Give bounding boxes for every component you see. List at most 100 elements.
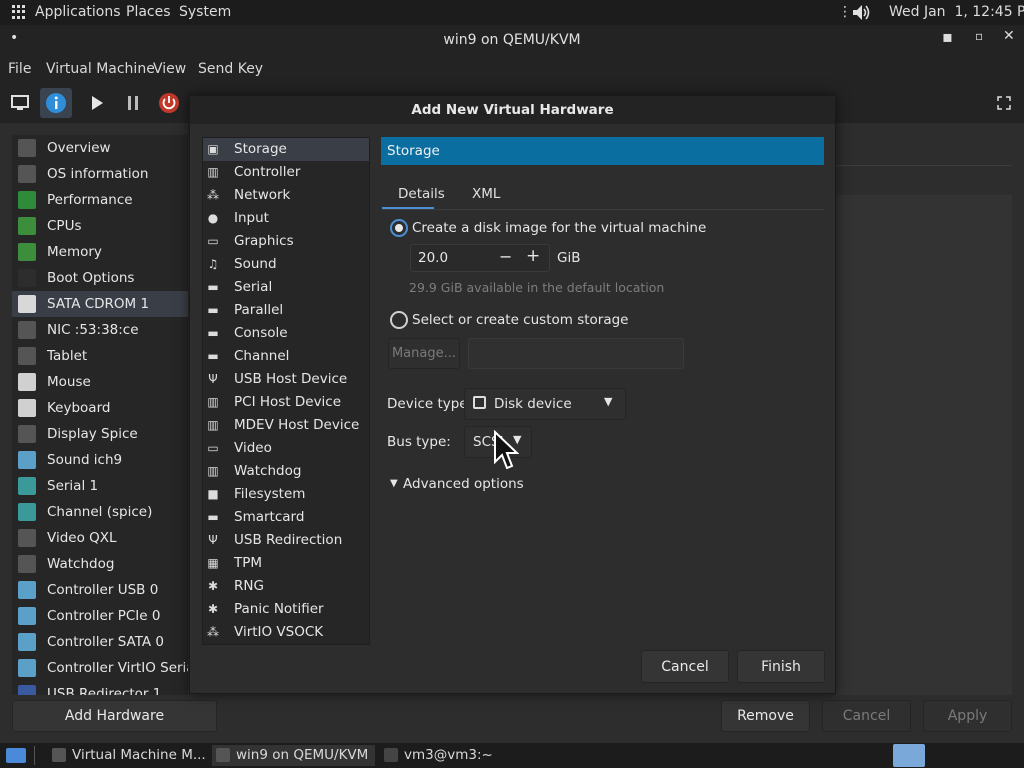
console-view-icon[interactable]: [10, 94, 30, 112]
category-item-label: Filesystem: [234, 486, 306, 502]
power-icon[interactable]: [158, 92, 180, 114]
category-item[interactable]: ⁂ VirtIO VSOCK: [203, 621, 369, 644]
category-header: Storage: [381, 137, 824, 165]
manage-button[interactable]: Manage...: [388, 338, 460, 369]
category-item[interactable]: ✱ RNG: [203, 575, 369, 598]
pause-icon[interactable]: [126, 95, 140, 111]
fullscreen-icon[interactable]: [997, 96, 1011, 110]
hardware-item[interactable]: SATA CDROM 1: [12, 291, 188, 317]
dialog-cancel-button[interactable]: Cancel: [641, 650, 729, 683]
menu-send-key[interactable]: Send Key: [198, 61, 263, 77]
disk-size-spinbox[interactable]: 20.0 − +: [410, 244, 550, 272]
hardware-item-label: Video QXL: [47, 530, 117, 546]
hardware-item[interactable]: Performance: [12, 187, 188, 213]
advanced-options-expander[interactable]: Advanced options: [403, 476, 524, 492]
category-item[interactable]: ▥ Controller: [203, 161, 369, 184]
task-virtual-machine-manager[interactable]: Virtual Machine M...: [48, 745, 208, 766]
tab-xml[interactable]: XML: [472, 186, 500, 202]
usb-icon: Ψ: [208, 372, 218, 386]
hardware-item[interactable]: NIC :53:38:ce: [12, 317, 188, 343]
task-terminal[interactable]: vm3@vm3:~: [380, 745, 540, 766]
info-icon: [46, 93, 66, 113]
hardware-item[interactable]: Watchdog: [12, 551, 188, 577]
category-item[interactable]: ▣ Storage: [203, 138, 369, 161]
category-item[interactable]: ▭ Video: [203, 437, 369, 460]
hardware-item[interactable]: Mouse: [12, 369, 188, 395]
hardware-item[interactable]: USB Redirector 1: [12, 681, 188, 695]
category-item[interactable]: ■ Filesystem: [203, 483, 369, 506]
category-item[interactable]: ✱ Panic Notifier: [203, 598, 369, 621]
hardware-item[interactable]: Channel (spice): [12, 499, 188, 525]
close-icon[interactable]: ✕: [1003, 28, 1015, 44]
add-hardware-button[interactable]: Add Hardware: [12, 700, 217, 732]
workspace-switcher[interactable]: [893, 744, 925, 767]
hardware-item[interactable]: Tablet: [12, 343, 188, 369]
category-item-label: USB Redirection: [234, 532, 343, 548]
maximize-icon[interactable]: ▫: [975, 29, 983, 43]
expander-arrow-icon[interactable]: ▼: [390, 478, 398, 489]
hardware-item[interactable]: OS information: [12, 161, 188, 187]
hardware-item[interactable]: Boot Options: [12, 265, 188, 291]
volume-icon[interactable]: [851, 4, 871, 21]
increment-icon[interactable]: +: [526, 246, 540, 266]
device-type-dropdown[interactable]: Disk device ▼: [464, 388, 626, 420]
hardware-item[interactable]: Display Spice: [12, 421, 188, 447]
apply-button[interactable]: Apply: [923, 700, 1012, 732]
vmm-app-icon: [52, 748, 66, 762]
tab-details[interactable]: Details: [398, 186, 445, 202]
places-menu[interactable]: Places: [126, 4, 171, 20]
hardware-item[interactable]: Controller USB 0: [12, 577, 188, 603]
apps-grid-icon[interactable]: [12, 5, 26, 19]
hardware-item[interactable]: Serial 1: [12, 473, 188, 499]
minimize-icon[interactable]: ▪: [942, 27, 953, 46]
custom-storage-path-input[interactable]: [468, 338, 684, 369]
menu-file[interactable]: File: [8, 61, 31, 77]
finish-button[interactable]: Finish: [737, 650, 825, 683]
play-icon[interactable]: [90, 95, 104, 111]
show-desktop-icon[interactable]: [6, 748, 26, 763]
task-win9-console[interactable]: win9 on QEMU/KVM: [212, 745, 375, 766]
hardware-item[interactable]: Overview: [12, 135, 188, 161]
folder-icon: ■: [207, 487, 219, 501]
category-item-label: Serial: [234, 279, 273, 295]
hardware-item[interactable]: CPUs: [12, 213, 188, 239]
hardware-item[interactable]: Video QXL: [12, 525, 188, 551]
hardware-item[interactable]: Controller SATA 0: [12, 629, 188, 655]
system-menu[interactable]: System: [179, 4, 231, 20]
hardware-item[interactable]: Controller PCIe 0: [12, 603, 188, 629]
hardware-item[interactable]: Memory: [12, 239, 188, 265]
decrement-icon[interactable]: −: [499, 247, 512, 266]
remove-button[interactable]: Remove: [721, 700, 810, 732]
hardware-item[interactable]: Controller VirtIO Serial: [12, 655, 188, 681]
category-item[interactable]: ▬ Parallel: [203, 299, 369, 322]
category-item[interactable]: ♫ Sound: [203, 253, 369, 276]
category-item[interactable]: Ψ USB Host Device: [203, 368, 369, 391]
details-view-button[interactable]: [40, 88, 72, 118]
category-item[interactable]: ▬ Channel: [203, 345, 369, 368]
category-item[interactable]: ▥ PCI Host Device: [203, 391, 369, 414]
category-item-label: VirtIO VSOCK: [234, 624, 324, 640]
category-item[interactable]: ▦ TPM: [203, 552, 369, 575]
menu-view[interactable]: View: [153, 61, 186, 77]
create-disk-radio[interactable]: [390, 219, 408, 237]
hardware-item[interactable]: Sound ich9: [12, 447, 188, 473]
hardware-item-label: Controller USB 0: [47, 582, 159, 598]
menu-virtual-machine[interactable]: Virtual Machine: [46, 61, 155, 77]
category-item[interactable]: Ψ USB Redirection: [203, 529, 369, 552]
hardware-item-label: Memory: [47, 244, 102, 260]
hardware-item-label: Boot Options: [47, 270, 135, 286]
category-item[interactable]: ⁂ Network: [203, 184, 369, 207]
category-item[interactable]: ▥ Watchdog: [203, 460, 369, 483]
category-item[interactable]: ▥ MDEV Host Device: [203, 414, 369, 437]
hardware-item[interactable]: Keyboard: [12, 395, 188, 421]
category-item[interactable]: ● Input: [203, 207, 369, 230]
more-vertical-icon[interactable]: ⋮: [838, 4, 852, 20]
category-item[interactable]: ▭ Graphics: [203, 230, 369, 253]
category-item[interactable]: ▬ Smartcard: [203, 506, 369, 529]
category-item[interactable]: ▬ Serial: [203, 276, 369, 299]
custom-storage-radio[interactable]: [390, 311, 408, 329]
cancel-button[interactable]: Cancel: [822, 700, 911, 732]
category-item[interactable]: ▬ Console: [203, 322, 369, 345]
clock[interactable]: Wed Jan 1, 12:45 PM: [889, 4, 1024, 20]
applications-menu[interactable]: Applications: [35, 4, 121, 20]
